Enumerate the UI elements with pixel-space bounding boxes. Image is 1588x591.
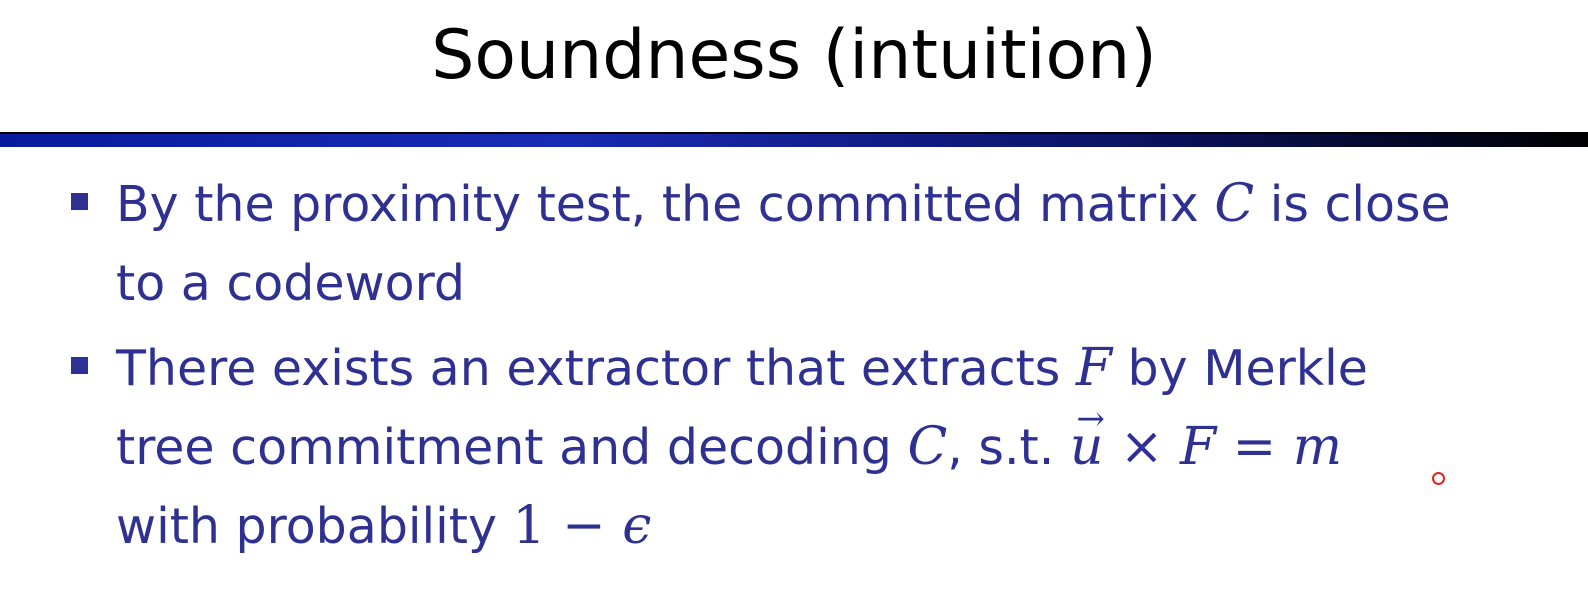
text-run: By the proximity test, the committed mat… [116,176,1215,233]
vector-arrow-icon: → [1076,399,1105,439]
square-bullet-icon [71,193,88,210]
math-var-c: C [907,417,948,477]
text-run: with probability [116,498,513,555]
math-vector-u: → u [1070,402,1105,487]
math-op-times: × [1103,417,1181,477]
title-divider [0,134,1588,147]
math-var-c: C [1214,174,1255,234]
text-run: to a codeword [116,255,465,312]
bullet-item-proximity: By the proximity test, the committed mat… [0,165,1588,323]
bullet-line: tree commitment and decoding C, s.t. → u … [116,402,1548,487]
math-op-equals: = [1216,417,1293,477]
text-run: by Merkle [1111,340,1368,397]
math-var-f: F [1075,338,1112,398]
math-op-minus: − [545,496,623,556]
math-var-f: F [1180,417,1217,477]
math-var-epsilon: ϵ [622,496,652,556]
slide: Soundness (intuition) By the proximity t… [0,0,1588,591]
bullet-line: to a codeword [116,244,1548,323]
bullet-line: By the proximity test, the committed mat… [116,165,1548,244]
bullet-line: with probability 1 − ϵ [116,487,1548,566]
bullet-line: There exists an extractor that extracts … [116,329,1548,408]
bullet-list: By the proximity test, the committed mat… [0,165,1588,566]
square-bullet-icon [71,357,88,374]
text-run: is close [1254,176,1451,233]
text-run: , s.t. [947,419,1070,476]
text-run: tree commitment and decoding [116,419,908,476]
bullet-item-extractor: There exists an extractor that extracts … [0,329,1588,566]
math-var-m: m [1292,417,1343,477]
math-number-one: 1 [512,496,546,556]
pointer-cursor-icon [1432,472,1445,485]
slide-title: Soundness (intuition) [431,16,1157,95]
text-run: There exists an extractor that extracts [116,340,1076,397]
